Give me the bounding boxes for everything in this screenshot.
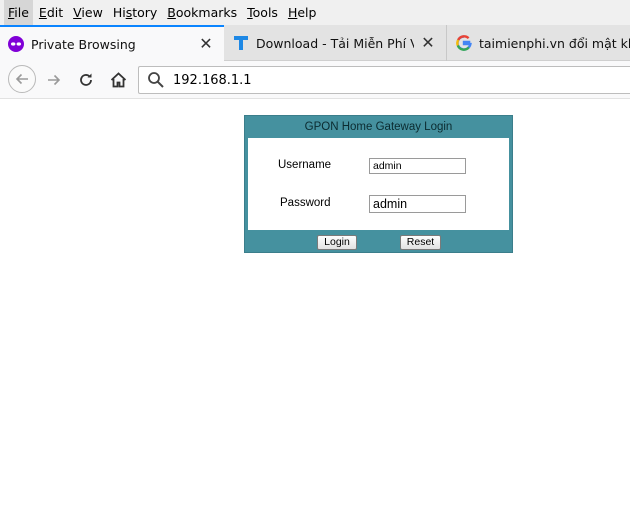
menu-history[interactable]: istoryHistory (109, 0, 161, 25)
close-tab-icon[interactable]: ✕ (198, 36, 214, 52)
url-input[interactable] (173, 72, 573, 88)
menu-bookmarks[interactable]: Bookmarks (163, 0, 241, 25)
menu-help[interactable]: Help (284, 0, 321, 25)
menu-edit[interactable]: Edit (35, 0, 67, 25)
tab-strip: Private Browsing ✕ Download - Tải Miễn P… (0, 25, 630, 61)
password-field[interactable] (369, 195, 466, 213)
tab-label: Private Browsing (31, 36, 136, 52)
private-mask-icon (8, 36, 24, 52)
arrow-right-icon (48, 74, 61, 86)
home-button[interactable] (104, 67, 132, 93)
login-title: GPON Home Gateway Login (304, 121, 453, 133)
username-label: Username (278, 159, 332, 171)
arrow-left-icon (15, 73, 28, 85)
back-button[interactable] (8, 65, 36, 93)
login-panel: GPON Home Gateway Login Username Passwor… (244, 115, 513, 253)
tab-download[interactable]: Download - Tải Miễn Phí VN - Phần mềm ✕ (225, 25, 447, 61)
forward-button[interactable] (40, 67, 68, 93)
address-bar[interactable] (138, 66, 630, 94)
username-field[interactable] (369, 158, 466, 174)
login-form: Username Password (248, 138, 509, 230)
reload-icon (80, 73, 92, 86)
login-button[interactable]: Login (317, 235, 357, 250)
tab-label: Download - Tải Miễn Phí VN - Phần mềm (256, 35, 414, 51)
close-tab-icon[interactable]: ✕ (420, 35, 436, 51)
menu-view[interactable]: View (69, 0, 107, 25)
reload-button[interactable] (72, 67, 100, 93)
google-g-icon (456, 35, 472, 51)
search-icon (148, 72, 164, 88)
menu-tools[interactable]: Tools (243, 0, 282, 25)
home-icon (110, 72, 126, 88)
reset-button[interactable]: Reset (400, 235, 441, 250)
navigation-bar (0, 61, 630, 99)
tab-private-browsing[interactable]: Private Browsing ✕ (0, 25, 224, 61)
taimienphi-t-icon (233, 35, 249, 51)
password-label: Password (280, 197, 331, 209)
menu-bar: File Edit View istoryHistory Bookmarks T… (0, 0, 630, 25)
menu-file[interactable]: File (4, 0, 33, 25)
tab-label: taimienphi.vn đổi mật khẩu (479, 35, 630, 51)
tab-google[interactable]: taimienphi.vn đổi mật khẩu (448, 25, 630, 61)
